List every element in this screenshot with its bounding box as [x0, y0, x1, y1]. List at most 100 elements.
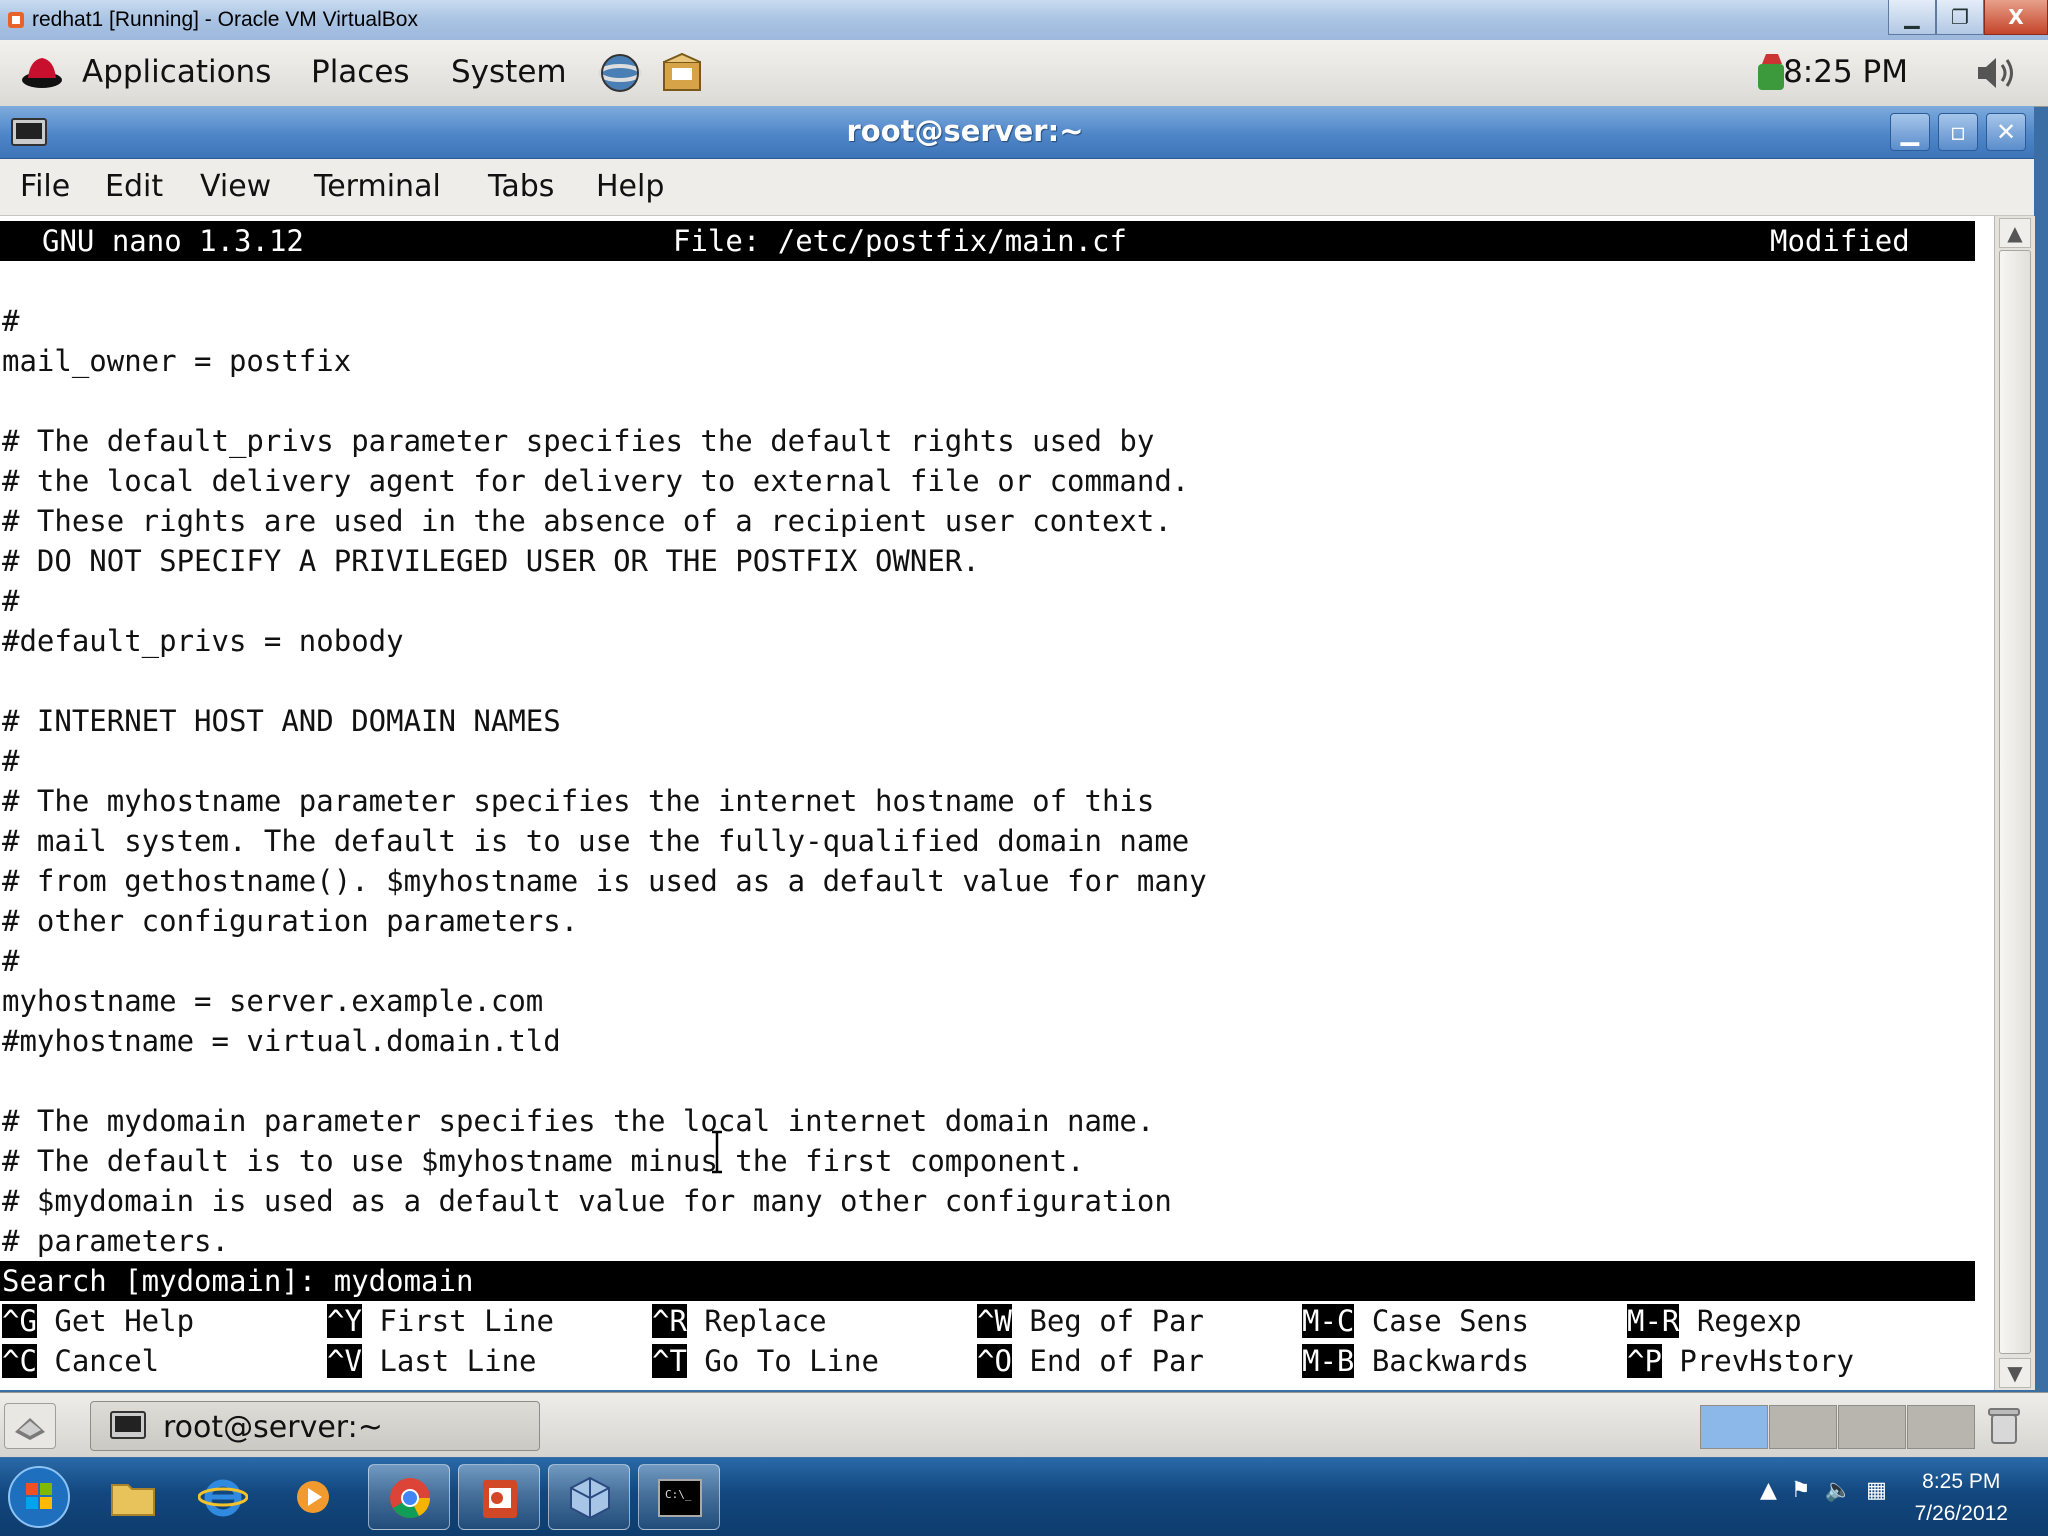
nano-line[interactable]: # $mydomain is used as a default value f…	[2, 1181, 1172, 1221]
taskbar-virtualbox[interactable]	[548, 1464, 630, 1530]
shortcut-label: Regexp	[1679, 1304, 1802, 1338]
shortcut-key: M-B	[1302, 1344, 1355, 1378]
taskbar-command-prompt[interactable]: C:\_	[638, 1464, 720, 1530]
scroll-down-arrow-icon[interactable]: ▼	[1999, 1358, 2031, 1388]
terminal-minimize-button[interactable]: ▁	[1890, 113, 1930, 151]
nano-line[interactable]: # The default_privs parameter specifies …	[2, 421, 1154, 461]
terminal-title-bar[interactable]: root@server:~ ▁ ▫ ✕	[0, 106, 2034, 159]
terminal-scrollbar[interactable]: ▲ ▼	[1994, 216, 2035, 1390]
nano-line[interactable]: # DO NOT SPECIFY A PRIVILEGED USER OR TH…	[2, 541, 980, 581]
tray-volume-icon[interactable]: 🔈	[1825, 1478, 1852, 1503]
menu-help[interactable]: Help	[596, 169, 664, 204]
terminal-close-button[interactable]: ✕	[1986, 113, 2026, 151]
nano-line[interactable]: #	[2, 581, 19, 621]
nano-version: GNU nano 1.3.12	[42, 224, 304, 258]
network-icon[interactable]: ▦	[1866, 1478, 1887, 1503]
nano-line[interactable]: #	[2, 941, 19, 981]
shortcut-item[interactable]: ^W Beg of Par	[977, 1301, 1204, 1341]
menu-file[interactable]: File	[20, 169, 70, 204]
nano-line[interactable]: mail_owner = postfix	[2, 341, 351, 381]
shortcut-item[interactable]: ^O End of Par	[977, 1341, 1204, 1381]
windows-clock[interactable]: 8:25 PM 7/26/2012	[1915, 1466, 2008, 1530]
shortcut-key: ^T	[652, 1344, 687, 1378]
shortcut-key: ^W	[977, 1304, 1012, 1338]
shortcut-item[interactable]: M-R Regexp	[1627, 1301, 1802, 1341]
terminal-window-title: root@server:~	[846, 114, 1084, 148]
nano-line[interactable]: # The mydomain parameter specifies the l…	[2, 1101, 1154, 1141]
action-center-flag-icon[interactable]: ⚑	[1791, 1478, 1811, 1503]
host-close-button[interactable]: X	[1984, 0, 2048, 35]
shortcut-item[interactable]: ^R Replace	[652, 1301, 827, 1341]
folder-icon	[111, 1484, 155, 1516]
shortcut-item[interactable]: M-C Case Sens	[1302, 1301, 1529, 1341]
nano-line[interactable]: # mail system. The default is to use the…	[2, 821, 1189, 861]
nano-line[interactable]: # from gethostname(). $myhostname is use…	[2, 861, 1207, 901]
media-player-icon	[297, 1481, 329, 1513]
shortcut-item[interactable]: ^C Cancel	[2, 1341, 159, 1381]
menu-edit[interactable]: Edit	[105, 169, 163, 204]
taskbar-explorer[interactable]	[92, 1464, 174, 1530]
shortcut-item[interactable]: ^Y First Line	[327, 1301, 554, 1341]
mail-launcher-icon[interactable]	[658, 50, 706, 96]
trash-icon[interactable]	[1984, 1403, 2024, 1447]
shortcut-label: Go To Line	[686, 1344, 879, 1378]
places-menu[interactable]: Places	[311, 54, 410, 90]
workspace-1[interactable]	[1700, 1405, 1768, 1449]
menu-tabs[interactable]: Tabs	[488, 169, 554, 204]
shortcut-item[interactable]: ^P PrevHstory	[1627, 1341, 1854, 1381]
nano-line[interactable]: #myhostname = virtual.domain.tld	[2, 1021, 561, 1061]
nano-line[interactable]: # These rights are used in the absence o…	[2, 501, 1172, 541]
redhat-logo-icon[interactable]	[20, 52, 64, 94]
shortcut-item[interactable]: ^V Last Line	[327, 1341, 537, 1381]
menu-view[interactable]: View	[200, 169, 271, 204]
host-restore-button[interactable]: ❐	[1936, 0, 1984, 35]
shortcut-item[interactable]: ^G Get Help	[2, 1301, 194, 1341]
web-browser-launcher-icon[interactable]	[596, 50, 644, 96]
tray-expand-icon[interactable]: ▲	[1760, 1478, 1777, 1503]
presentation-icon	[483, 1480, 517, 1518]
applications-menu[interactable]: Applications	[82, 54, 271, 90]
nano-line[interactable]: #	[2, 301, 19, 341]
nano-search-prompt[interactable]: Search [mydomain]: mydomain	[0, 1261, 1975, 1301]
shortcut-label: Get Help	[36, 1304, 195, 1338]
terminal-content[interactable]: GNU nano 1.3.12 File: /etc/postfix/main.…	[0, 216, 1994, 1390]
windows-clock-time: 8:25 PM	[1922, 1470, 2001, 1493]
workspace-4[interactable]	[1907, 1405, 1975, 1449]
workspace-3[interactable]	[1838, 1405, 1906, 1449]
nano-line[interactable]: # The default is to use $myhostname minu…	[2, 1141, 1085, 1181]
nano-line[interactable]: # INTERNET HOST AND DOMAIN NAMES	[2, 701, 561, 741]
shortcut-item[interactable]: M-B Backwards	[1302, 1341, 1529, 1381]
workspace-2[interactable]	[1769, 1405, 1837, 1449]
volume-icon[interactable]	[1972, 50, 2020, 96]
shortcut-key: M-C	[1302, 1304, 1355, 1338]
nano-line[interactable]: # The myhostname parameter specifies the…	[2, 781, 1154, 821]
panel-clock[interactable]: 8:25 PM	[1783, 54, 1908, 90]
terminal-maximize-button[interactable]: ▫	[1938, 113, 1978, 151]
nano-line[interactable]: # the local delivery agent for delivery …	[2, 461, 1189, 501]
nano-line[interactable]: #default_privs = nobody	[2, 621, 404, 661]
menu-terminal[interactable]: Terminal	[314, 169, 441, 204]
shortcut-label: Replace	[686, 1304, 827, 1338]
cmd-icon-text: C:\_	[665, 1488, 692, 1501]
system-menu[interactable]: System	[451, 54, 567, 90]
taskbar-item-terminal[interactable]: root@server:~	[90, 1401, 540, 1451]
shortcut-item[interactable]: ^T Go To Line	[652, 1341, 879, 1381]
taskbar-chrome[interactable]	[368, 1464, 450, 1530]
taskbar-media-player[interactable]	[272, 1464, 354, 1530]
host-minimize-button[interactable]: ▁	[1888, 0, 1936, 35]
windows-start-button-icon[interactable]	[6, 1464, 72, 1530]
taskbar-presentation-app[interactable]	[458, 1464, 540, 1530]
nano-line[interactable]: myhostname = server.example.com	[2, 981, 543, 1021]
workspace-switcher[interactable]	[1700, 1405, 1976, 1449]
nano-line[interactable]: #	[2, 741, 19, 781]
taskbar-item-label: root@server:~	[163, 1410, 383, 1445]
taskbar-internet-explorer[interactable]	[182, 1464, 264, 1530]
show-desktop-button[interactable]	[4, 1403, 56, 1449]
shortcut-key: ^Y	[327, 1304, 362, 1338]
nano-line[interactable]: # other configuration parameters.	[2, 901, 578, 941]
scroll-up-arrow-icon[interactable]: ▲	[1999, 218, 2031, 248]
scrollbar-thumb[interactable]	[1999, 250, 2031, 1354]
nano-line[interactable]: # parameters.	[2, 1221, 229, 1261]
chrome-icon	[390, 1478, 431, 1518]
shortcut-label: End of Par	[1011, 1344, 1204, 1378]
